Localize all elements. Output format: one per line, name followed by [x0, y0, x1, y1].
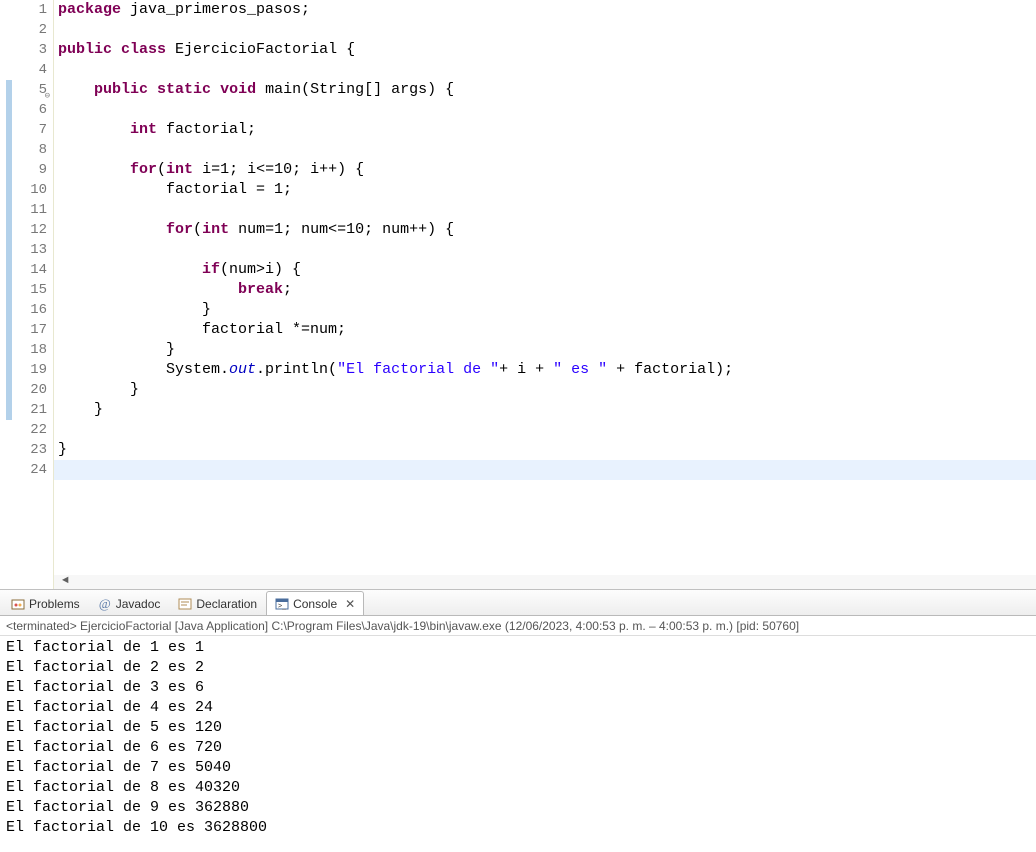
horizontal-scrollbar[interactable]: ◄	[54, 575, 1036, 589]
code-line[interactable]: for(int num=1; num<=10; num++) {	[54, 220, 1036, 240]
line-number: 7	[16, 120, 47, 140]
line-number: 15	[16, 280, 47, 300]
line-number: 19	[16, 360, 47, 380]
code-line[interactable]	[54, 20, 1036, 40]
code-line[interactable]	[54, 420, 1036, 440]
problems-icon	[11, 597, 25, 611]
code-line[interactable]	[54, 100, 1036, 120]
code-line[interactable]	[54, 240, 1036, 260]
tab-label: Javadoc	[116, 597, 161, 611]
line-number: 22	[16, 420, 47, 440]
code-line[interactable]	[54, 200, 1036, 220]
line-number: 17	[16, 320, 47, 340]
svg-text:>_: >_	[278, 603, 286, 610]
scroll-left-arrow-icon[interactable]: ◄	[62, 575, 69, 587]
tab-label: Console	[293, 597, 337, 611]
line-number: 3	[16, 40, 47, 60]
code-editor[interactable]: 12345⊖6789101112131415161718192021222324…	[0, 0, 1036, 590]
line-number: 14	[16, 260, 47, 280]
console-status-line: <terminated> EjercicioFactorial [Java Ap…	[0, 616, 1036, 636]
code-area[interactable]: package java_primeros_pasos;public class…	[54, 0, 1036, 589]
line-number: 12	[16, 220, 47, 240]
code-line[interactable]: public class EjercicioFactorial {	[54, 40, 1036, 60]
declaration-icon	[178, 597, 192, 611]
code-line[interactable]	[54, 60, 1036, 80]
code-line[interactable]: }	[54, 300, 1036, 320]
line-number: 2	[16, 20, 47, 40]
code-line[interactable]: }	[54, 340, 1036, 360]
javadoc-icon: @	[98, 597, 112, 611]
code-line[interactable]: if(num>i) {	[54, 260, 1036, 280]
line-number: 8	[16, 140, 47, 160]
close-icon[interactable]: ✕	[345, 597, 355, 611]
line-number: 18	[16, 340, 47, 360]
console-icon: >_	[275, 597, 289, 611]
code-line[interactable]: }	[54, 380, 1036, 400]
code-line[interactable]: factorial = 1;	[54, 180, 1036, 200]
code-line[interactable]: break;	[54, 280, 1036, 300]
line-number: 21	[16, 400, 47, 420]
code-line[interactable]: public static void main(String[] args) {	[54, 80, 1036, 100]
tab-label: Declaration	[196, 597, 257, 611]
line-number: 9	[16, 160, 47, 180]
line-number: 6	[16, 100, 47, 120]
code-line[interactable]: }	[54, 440, 1036, 460]
bottom-panel-tabs: Problems @ Javadoc Declaration >_ Console ✕	[0, 590, 1036, 616]
code-line[interactable]: package java_primeros_pasos;	[54, 0, 1036, 20]
marker-bar	[0, 0, 16, 589]
code-line[interactable]: for(int i=1; i<=10; i++) {	[54, 160, 1036, 180]
line-number: 16	[16, 300, 47, 320]
line-number: 13	[16, 240, 47, 260]
tab-problems[interactable]: Problems	[2, 591, 89, 615]
code-line[interactable]: System.out.println("El factorial de "+ i…	[54, 360, 1036, 380]
line-number: 5⊖	[16, 80, 47, 100]
code-line[interactable]: }	[54, 400, 1036, 420]
line-number: 10	[16, 180, 47, 200]
line-number: 24	[16, 460, 47, 480]
tab-label: Problems	[29, 597, 80, 611]
line-number: 4	[16, 60, 47, 80]
line-number: 20	[16, 380, 47, 400]
code-line[interactable]	[54, 460, 1036, 480]
code-line[interactable]: factorial *=num;	[54, 320, 1036, 340]
tab-javadoc[interactable]: @ Javadoc	[89, 591, 170, 615]
code-line[interactable]: int factorial;	[54, 120, 1036, 140]
tab-console[interactable]: >_ Console ✕	[266, 591, 364, 615]
console-output[interactable]: El factorial de 1 es 1 El factorial de 2…	[0, 636, 1036, 840]
line-number: 23	[16, 440, 47, 460]
line-number: 1	[16, 0, 47, 20]
code-line[interactable]	[54, 140, 1036, 160]
line-number-gutter[interactable]: 12345⊖6789101112131415161718192021222324	[16, 0, 54, 589]
tab-declaration[interactable]: Declaration	[169, 591, 266, 615]
line-number: 11	[16, 200, 47, 220]
